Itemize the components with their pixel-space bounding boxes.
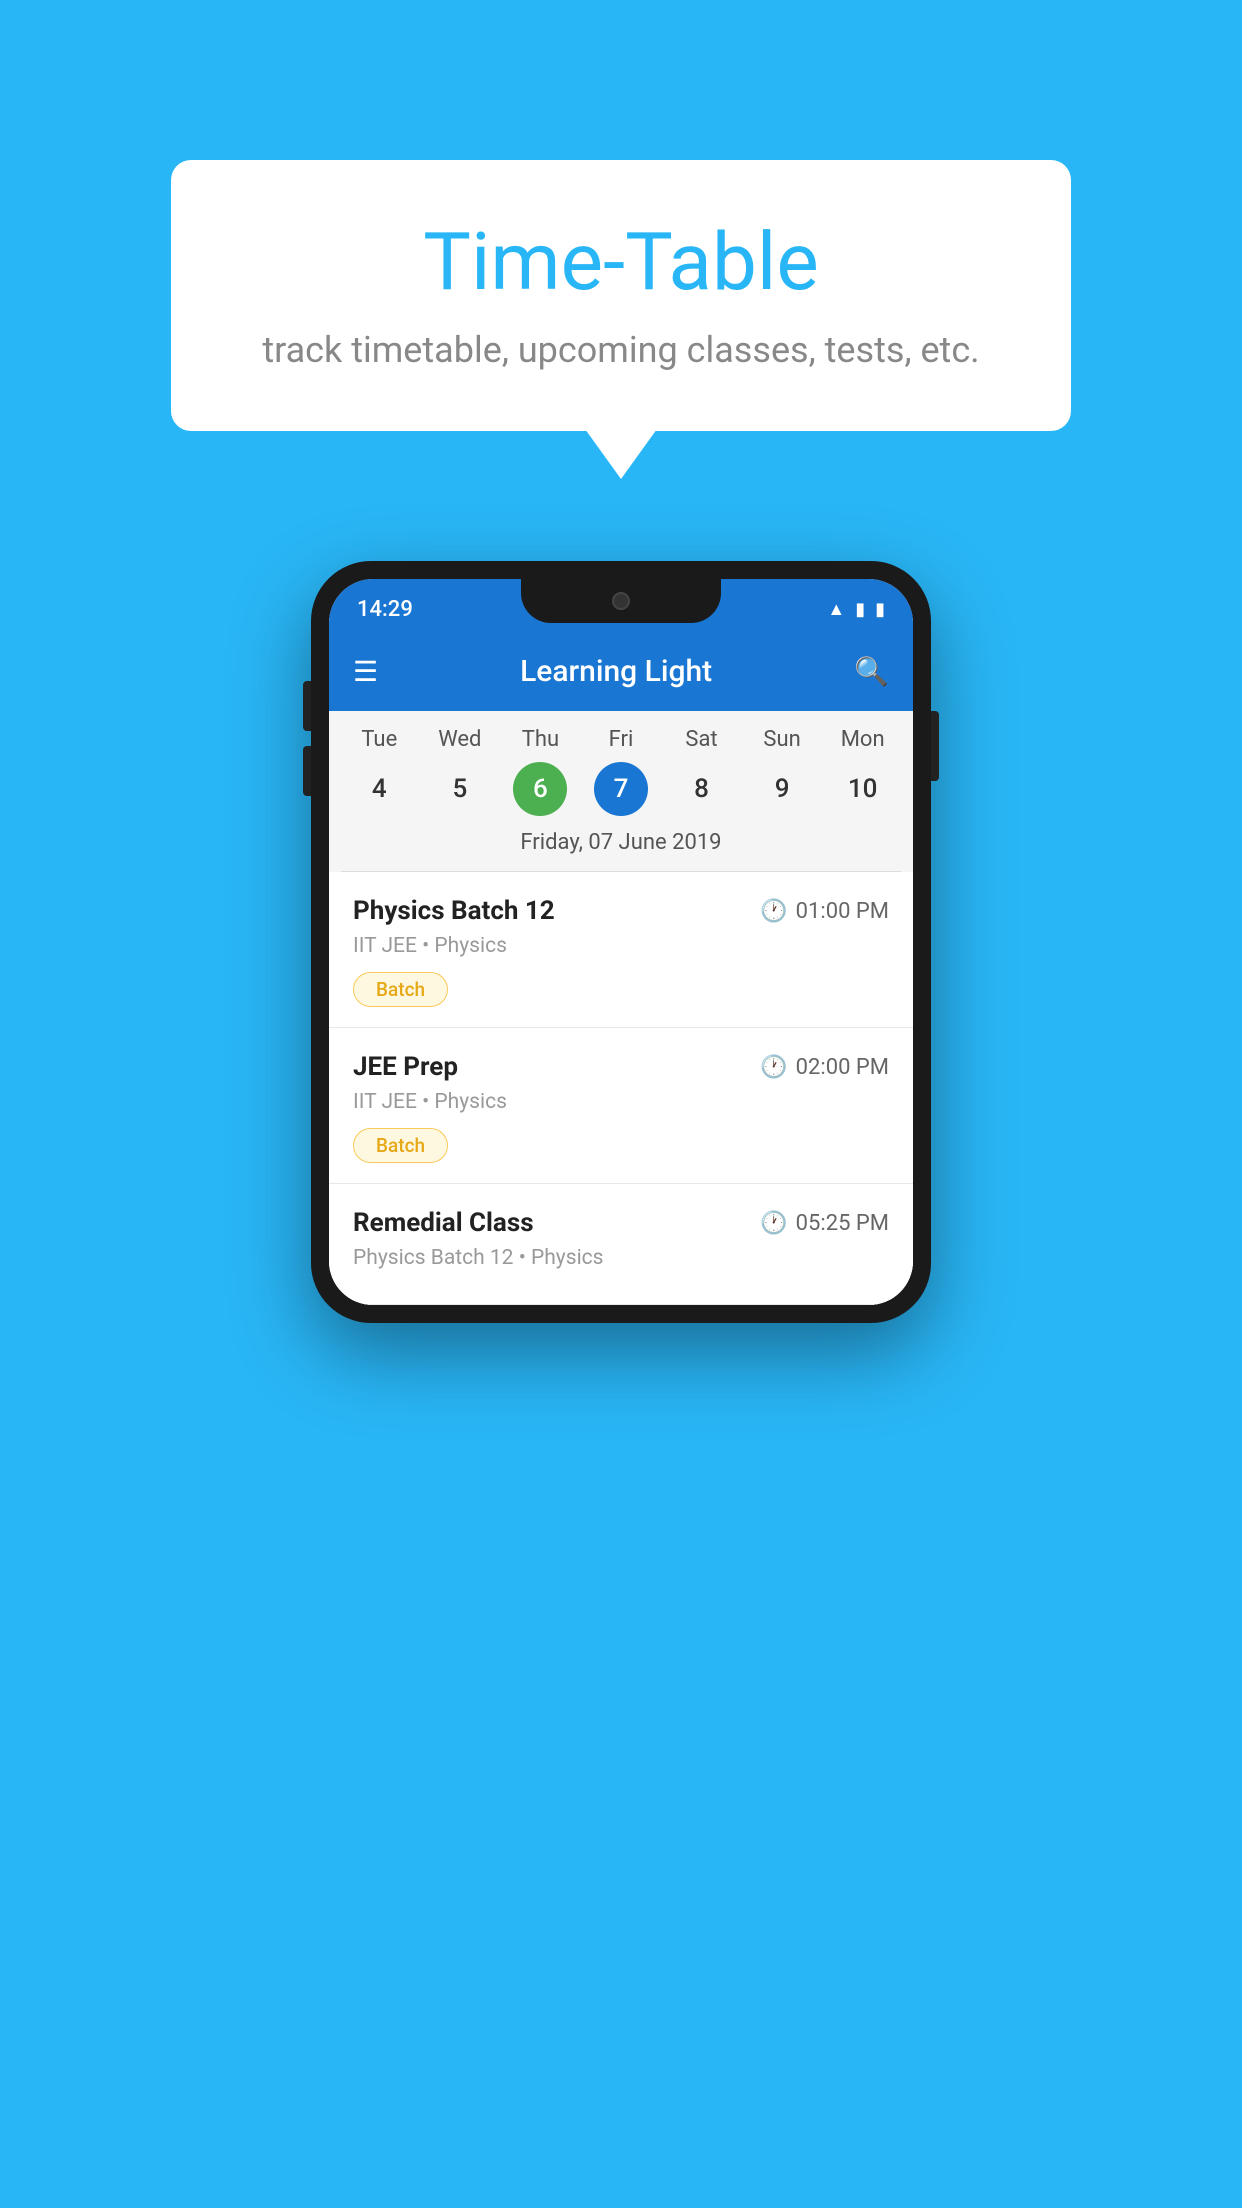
days-row: Tue 4 Wed 5 Thu 6 Fri 7 Sat 8 Sun 9 Mon 10 — [329, 727, 913, 816]
schedule-item[interactable]: JEE Prep 🕐 02:00 PM IIT JEE • Physics Ba… — [329, 1028, 913, 1184]
time-text: 02:00 PM — [796, 1055, 889, 1080]
day-col-8[interactable]: Sat 8 — [664, 727, 740, 816]
hamburger-icon[interactable]: ☰ — [353, 655, 378, 688]
calendar-strip: Tue 4 Wed 5 Thu 6 Fri 7 Sat 8 Sun 9 Mon 10 Friday, 07… — [329, 711, 913, 872]
schedule-title: Remedial Class — [353, 1208, 534, 1238]
schedule-header: Remedial Class 🕐 05:25 PM — [353, 1208, 889, 1238]
day-name: Tue — [361, 727, 397, 752]
clock-icon: 🕐 — [760, 1055, 787, 1080]
schedule-header: Physics Batch 12 🕐 01:00 PM — [353, 896, 889, 926]
schedule-time: 🕐 02:00 PM — [760, 1055, 889, 1080]
power-button — [931, 711, 939, 781]
camera-dot — [612, 592, 630, 610]
schedule-meta: Physics Batch 12 • Physics — [353, 1246, 889, 1270]
day-col-9[interactable]: Sun 9 — [744, 727, 820, 816]
day-col-6[interactable]: Thu 6 — [502, 727, 578, 816]
day-name: Fri — [609, 727, 634, 752]
schedule-meta: IIT JEE • Physics — [353, 934, 889, 958]
schedule-title: JEE Prep — [353, 1052, 458, 1082]
phone-screen: 14:29 ▲ ▮ ▮ ☰ Learning Light 🔍 Tue4Wed5T… — [329, 579, 913, 1305]
vol-up-button — [303, 681, 311, 731]
app-bar: ☰ Learning Light 🔍 — [329, 631, 913, 711]
bubble-subtitle: track timetable, upcoming classes, tests… — [241, 329, 1001, 371]
status-time: 14:29 — [357, 597, 413, 622]
phone-frame: 14:29 ▲ ▮ ▮ ☰ Learning Light 🔍 Tue4Wed5T… — [311, 561, 931, 1323]
day-name: Mon — [841, 727, 885, 752]
batch-badge: Batch — [353, 1128, 448, 1163]
time-text: 05:25 PM — [796, 1211, 889, 1236]
phone-mockup: 14:29 ▲ ▮ ▮ ☰ Learning Light 🔍 Tue4Wed5T… — [311, 561, 931, 1323]
day-col-4[interactable]: Tue 4 — [341, 727, 417, 816]
signal-icon: ▮ — [855, 599, 865, 620]
bubble-title: Time-Table — [241, 215, 1001, 309]
day-col-7[interactable]: Fri 7 — [583, 727, 659, 816]
status-icons: ▲ ▮ ▮ — [827, 599, 885, 620]
schedule-list: Physics Batch 12 🕐 01:00 PM IIT JEE • Ph… — [329, 872, 913, 1305]
day-name: Sun — [763, 727, 800, 752]
day-name: Wed — [438, 727, 481, 752]
day-number: 6 — [513, 762, 567, 816]
schedule-meta: IIT JEE • Physics — [353, 1090, 889, 1114]
day-number: 10 — [836, 762, 890, 816]
day-name: Thu — [522, 727, 559, 752]
schedule-time: 🕐 01:00 PM — [760, 899, 889, 924]
day-col-10[interactable]: Mon 10 — [825, 727, 901, 816]
schedule-title: Physics Batch 12 — [353, 896, 555, 926]
battery-icon: ▮ — [875, 599, 885, 620]
phone-notch — [521, 579, 721, 623]
day-number: 5 — [433, 762, 487, 816]
schedule-header: JEE Prep 🕐 02:00 PM — [353, 1052, 889, 1082]
vol-down-button — [303, 746, 311, 796]
schedule-item[interactable]: Remedial Class 🕐 05:25 PM Physics Batch … — [329, 1184, 913, 1305]
day-number: 7 — [594, 762, 648, 816]
clock-icon: 🕐 — [760, 1211, 787, 1236]
clock-icon: 🕐 — [760, 899, 787, 924]
day-number: 9 — [755, 762, 809, 816]
selected-date-label: Friday, 07 June 2019 — [329, 816, 913, 871]
batch-badge: Batch — [353, 972, 448, 1007]
speech-bubble: Time-Table track timetable, upcoming cla… — [171, 160, 1071, 431]
app-bar-title: Learning Light — [520, 654, 712, 689]
time-text: 01:00 PM — [796, 899, 889, 924]
day-number: 4 — [352, 762, 406, 816]
search-icon[interactable]: 🔍 — [854, 655, 889, 688]
schedule-item[interactable]: Physics Batch 12 🕐 01:00 PM IIT JEE • Ph… — [329, 872, 913, 1028]
day-col-5[interactable]: Wed 5 — [422, 727, 498, 816]
schedule-time: 🕐 05:25 PM — [760, 1211, 889, 1236]
wifi-icon: ▲ — [827, 599, 845, 620]
day-name: Sat — [685, 727, 717, 752]
day-number: 8 — [675, 762, 729, 816]
